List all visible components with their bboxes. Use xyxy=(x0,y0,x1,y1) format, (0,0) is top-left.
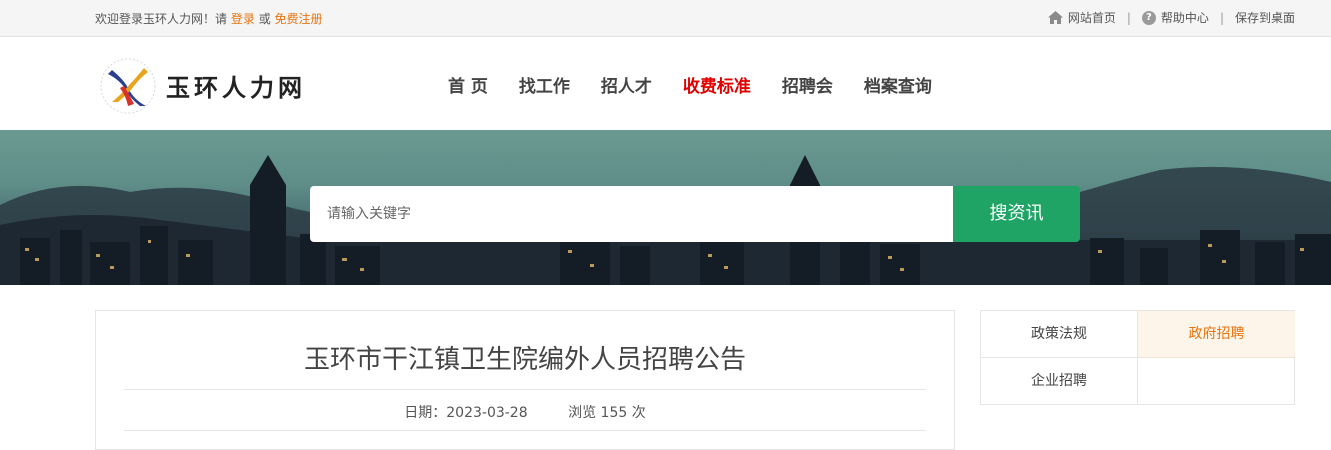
article-meta: 日期：2023-03-28 浏览 155 次 xyxy=(96,402,954,422)
home-link[interactable]: 网站首页 xyxy=(1047,9,1116,26)
article-panel: 玉环市干江镇卫生院编外人员招聘公告 日期：2023-03-28 浏览 155 次 xyxy=(95,310,955,450)
login-link[interactable]: 登录 xyxy=(231,12,255,26)
search-input[interactable] xyxy=(310,186,953,242)
or-text: 或 xyxy=(258,12,271,26)
site-header: 玉环人力网 首 页 找工作 招人才 收费标准 招聘会 档案查询 xyxy=(0,38,1331,130)
search-banner: 搜资讯 xyxy=(0,130,1331,285)
divider xyxy=(124,430,926,431)
sidebar-item-company-recruit[interactable]: 企业招聘 xyxy=(981,358,1138,405)
article-views: 浏览 155 次 xyxy=(568,405,646,421)
nav-recruit-talent[interactable]: 招人才 xyxy=(601,72,652,97)
sidebar-item-empty xyxy=(1138,358,1295,405)
top-links: 网站首页 | ? 帮助中心 | 保存到桌面 xyxy=(1047,9,1295,26)
logo-icon[interactable] xyxy=(98,56,158,116)
divider xyxy=(124,389,926,390)
welcome-area: 欢迎登录玉环人力网！请 登录 或 免费注册 xyxy=(95,10,323,27)
sidebar-item-gov-recruit[interactable]: 政府招聘 xyxy=(1138,311,1295,358)
help-link[interactable]: ? 帮助中心 xyxy=(1141,9,1209,26)
nav-find-job[interactable]: 找工作 xyxy=(519,72,570,97)
article-title: 玉环市干江镇卫生院编外人员招聘公告 xyxy=(303,345,746,375)
help-link-label: 帮助中心 xyxy=(1160,11,1209,25)
site-name: 玉环人力网 xyxy=(166,74,306,102)
home-icon xyxy=(1047,11,1063,24)
search-button[interactable]: 搜资讯 xyxy=(953,186,1080,242)
separator: | xyxy=(1219,10,1224,25)
category-sidebar: 政策法规 政府招聘 企业招聘 xyxy=(980,310,1295,405)
help-icon: ? xyxy=(1141,10,1156,25)
article-date: 日期：2023-03-28 xyxy=(404,405,528,421)
register-link[interactable]: 免费注册 xyxy=(275,12,323,26)
home-link-label: 网站首页 xyxy=(1067,11,1116,25)
nav-job-fair[interactable]: 招聘会 xyxy=(782,72,833,97)
nav-home[interactable]: 首 页 xyxy=(448,72,488,97)
nav-fee-standard[interactable]: 收费标准 xyxy=(683,72,751,97)
separator: | xyxy=(1126,10,1131,25)
nav-archive-query[interactable]: 档案查询 xyxy=(864,72,932,97)
welcome-text: 欢迎登录玉环人力网！请 xyxy=(95,12,228,26)
top-bar: 欢迎登录玉环人力网！请 登录 或 免费注册 网站首页 | ? 帮助中心 | 保存… xyxy=(0,0,1331,37)
save-desktop-link[interactable]: 保存到桌面 xyxy=(1235,9,1295,26)
main-nav: 首 页 找工作 招人才 收费标准 招聘会 档案查询 xyxy=(448,72,963,97)
sidebar-item-policy[interactable]: 政策法规 xyxy=(981,311,1138,358)
